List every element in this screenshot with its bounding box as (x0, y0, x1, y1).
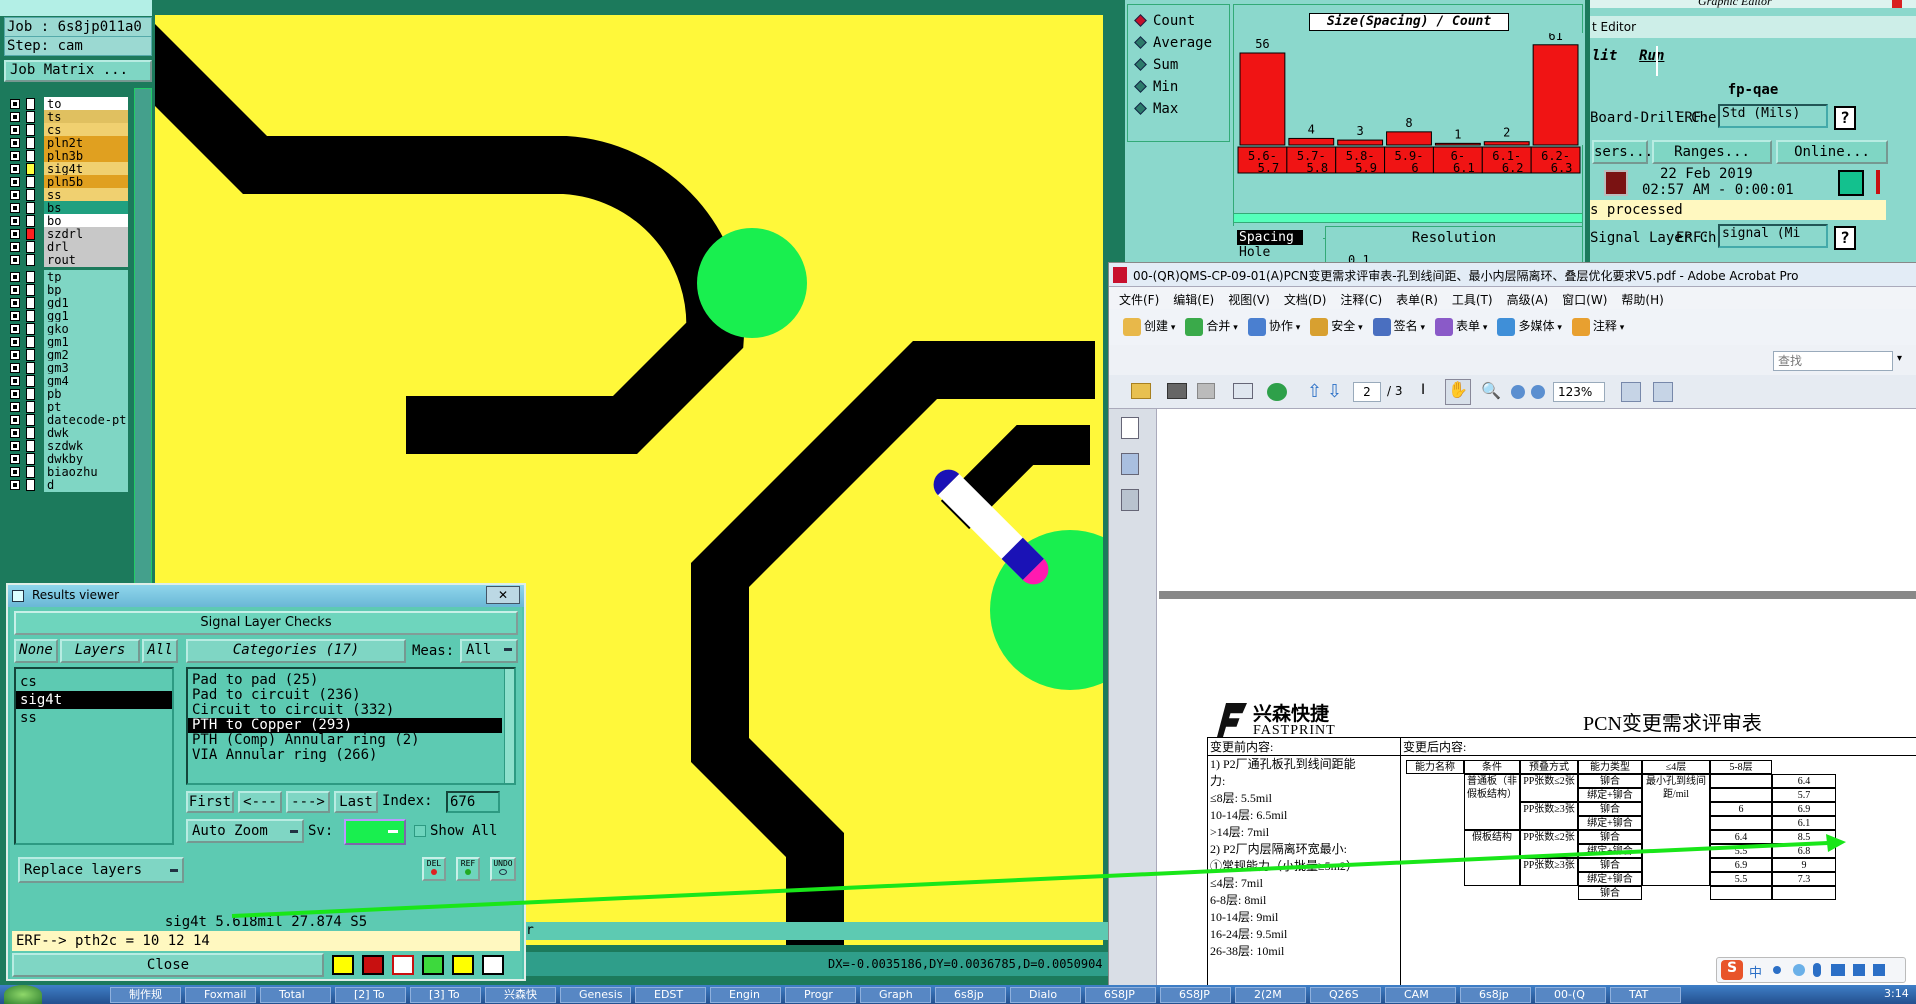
taskbar-item[interactable]: Total (260, 987, 331, 1003)
taskbar-item[interactable]: 00-(Q (1535, 987, 1606, 1003)
ime-bar: S 中 (1716, 957, 1906, 983)
microphone-icon[interactable] (1813, 963, 1821, 977)
taskbar-item[interactable]: 6S8JP (1160, 987, 1231, 1003)
skin-icon[interactable] (1853, 964, 1865, 976)
taskbar-item[interactable]: [2] To (335, 987, 406, 1003)
tools-icon[interactable] (1873, 964, 1885, 976)
taskbar-item[interactable]: Foxmail (185, 987, 256, 1003)
clock: 3:14 (1884, 987, 1909, 1000)
taskbar-item[interactable]: 2(2M (1235, 987, 1306, 1003)
start-button[interactable] (4, 985, 42, 1004)
taskbar-item[interactable]: Dialo (1010, 987, 1081, 1003)
keyboard-icon[interactable] (1831, 964, 1845, 976)
taskbar-item[interactable]: 兴森快 (485, 987, 556, 1003)
taskbar-item[interactable]: [3] To (410, 987, 481, 1003)
taskbar-item[interactable]: Progr (785, 987, 856, 1003)
taskbar-item[interactable]: 制作规 (110, 987, 181, 1003)
emoji-icon[interactable] (1793, 964, 1805, 976)
taskbar-item[interactable]: Engin (710, 987, 781, 1003)
taskbar: 制作规 Foxmail Total [2] To [3] To 兴森快 Genesis EDS… (0, 957, 1916, 1004)
ime-logo-icon[interactable]: S (1721, 960, 1743, 980)
taskbar-item[interactable]: 6s8jp (935, 987, 1006, 1003)
ime-language[interactable]: 中 (1749, 962, 1762, 981)
taskbar-item[interactable]: Genesis (560, 987, 631, 1003)
taskbar-item[interactable]: EDST (635, 987, 706, 1003)
taskbar-item[interactable]: Q26S (1310, 987, 1381, 1003)
ime-punctuation-icon[interactable] (1773, 966, 1781, 974)
arrow-head-icon (1826, 834, 1846, 852)
taskbar-item[interactable]: CAM (1385, 987, 1456, 1003)
annotation-arrow (231, 834, 1846, 918)
taskbar-item[interactable]: Graph (860, 987, 931, 1003)
taskbar-item[interactable]: 6S8JP (1085, 987, 1156, 1003)
taskbar-item[interactable]: TAT (1610, 987, 1681, 1003)
taskbar-item[interactable]: 6s8jp (1460, 987, 1531, 1003)
